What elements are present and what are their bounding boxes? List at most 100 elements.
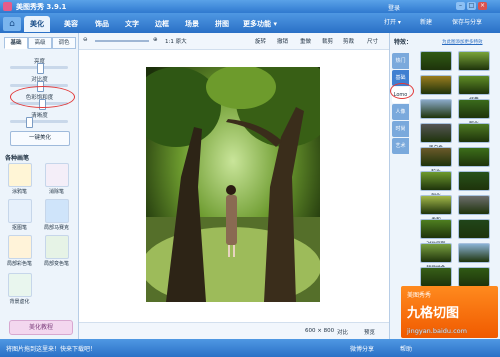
effect-preview bbox=[458, 75, 490, 95]
zoom-original-button[interactable]: 1:1 原大 bbox=[165, 37, 187, 45]
effect-preview bbox=[420, 219, 452, 239]
effect-preview bbox=[420, 123, 452, 143]
watermark: jingyan.baidu.com bbox=[407, 327, 467, 335]
slider-sharpness[interactable] bbox=[10, 117, 68, 128]
effect-cat-portrait[interactable]: 人像 bbox=[392, 104, 409, 120]
canvas-statusbar: 600 × 800 对比 预览 bbox=[79, 322, 389, 340]
preview-button[interactable]: 预览 bbox=[364, 328, 375, 336]
crop-button[interactable]: 剪裁 bbox=[343, 37, 354, 45]
effect-preview bbox=[420, 267, 452, 287]
rotate-button[interactable]: 旋转 bbox=[255, 37, 266, 45]
tab-text[interactable]: 文字 bbox=[119, 16, 145, 32]
window-title: 美图秀秀 3.9.1 bbox=[16, 3, 67, 11]
tab-scene[interactable]: 场景 bbox=[179, 16, 205, 32]
zoom-in-icon[interactable]: ⊕ bbox=[153, 37, 158, 43]
tool-cutout[interactable]: 抠图笔 bbox=[4, 199, 35, 231]
tab-face[interactable]: 美容 bbox=[58, 16, 84, 32]
minimize-button[interactable]: – bbox=[456, 2, 465, 10]
effect-preview bbox=[458, 219, 490, 239]
effect-preview bbox=[420, 147, 452, 167]
compare-button[interactable]: 对比 bbox=[337, 328, 348, 336]
tool-label: 局部马赛克 bbox=[43, 225, 69, 231]
undo-button[interactable]: 撤销 bbox=[277, 37, 288, 45]
effects-title: 特效： bbox=[394, 39, 413, 46]
local-color-brush-icon bbox=[7, 235, 32, 259]
tab-decor[interactable]: 饰品 bbox=[89, 16, 115, 32]
zoom-out-icon[interactable]: ⊖ bbox=[83, 37, 88, 43]
subtab-advanced[interactable]: 高级 bbox=[28, 37, 52, 49]
tab-frame[interactable]: 边框 bbox=[149, 16, 175, 32]
slider-label-sharpness: 清晰度 bbox=[31, 113, 48, 119]
more-effects-link[interactable]: 为此图添加更多特效 bbox=[442, 39, 483, 45]
effect-preview bbox=[458, 267, 490, 287]
tool-local-recolor[interactable]: 局部变色笔 bbox=[41, 235, 72, 267]
zoom-slider[interactable] bbox=[95, 40, 149, 42]
slider-brightness[interactable] bbox=[10, 63, 68, 74]
beauty-tutorial-button[interactable]: 美化教程 bbox=[9, 320, 73, 335]
login-link[interactable]: 登录 bbox=[388, 3, 400, 12]
home-icon[interactable]: ⌂ bbox=[3, 17, 21, 31]
tool-blur-bg[interactable]: 背景虚化 bbox=[4, 273, 35, 305]
status-text: 将图片拖到这里来！快来下载吧！ bbox=[6, 346, 97, 353]
adjust-panel: 基础 高级 调色 亮度 对比度 色彩饱和度 清晰度 一键美化 各种画笔 涂鸦笔 … bbox=[0, 33, 79, 339]
eraser-brush-icon bbox=[44, 163, 69, 187]
title-bar: 美图秀秀 3.9.1 登录 – □ × bbox=[0, 0, 500, 13]
effect-cat-fashion[interactable]: 时尚 bbox=[392, 121, 409, 137]
edited-photo[interactable] bbox=[146, 67, 320, 302]
tab-collage[interactable]: 拼图 bbox=[209, 16, 235, 32]
effect-preview bbox=[420, 195, 452, 215]
subtab-color[interactable]: 调色 bbox=[52, 37, 76, 49]
cutout-brush-icon bbox=[7, 199, 32, 223]
effect-preview bbox=[420, 171, 452, 191]
effects-panel: 特效： 为此图添加更多特效 热门 基础 Lomo 人像 时尚 艺术 经典暖化黑白… bbox=[389, 33, 500, 339]
tool-label: 消除笔 bbox=[48, 189, 64, 195]
main-nav: ⌂ 美化 美容 饰品 文字 边框 场景 拼图 更多功能 ▾ 打开 ▾ 新建 保存… bbox=[0, 13, 500, 33]
tool-local-color[interactable]: 局部彩色笔 bbox=[4, 235, 35, 267]
tool-graffiti[interactable]: 涂鸦笔 bbox=[4, 163, 35, 195]
effect-preview bbox=[458, 195, 490, 215]
new-button[interactable]: 新建 bbox=[420, 17, 432, 29]
tool-label: 背景虚化 bbox=[9, 299, 30, 305]
effect-preview bbox=[458, 99, 490, 119]
redo-button[interactable]: 重做 bbox=[300, 37, 311, 45]
adjust-subtabs: 基础 高级 调色 bbox=[4, 37, 76, 49]
resize-button[interactable]: 尺寸 bbox=[367, 37, 378, 45]
weibo-share-link[interactable]: 微博分享 bbox=[350, 344, 374, 353]
effect-preview bbox=[458, 147, 490, 167]
canvas-toolbar: ⊖ ⊕ 1:1 原大 旋转 撤销 重做 裁剪 剪裁 尺寸 bbox=[79, 33, 389, 50]
effect-preview bbox=[420, 243, 452, 263]
canvas-area: ⊖ ⊕ 1:1 原大 旋转 撤销 重做 裁剪 剪裁 尺寸 600 × 800 对… bbox=[79, 33, 389, 340]
tab-beautify[interactable]: 美化 bbox=[24, 16, 50, 32]
effect-preview bbox=[420, 99, 452, 119]
photo-scene bbox=[146, 67, 320, 302]
promo-line2: 九格切图 bbox=[407, 306, 460, 321]
open-button[interactable]: 打开 ▾ bbox=[384, 17, 401, 29]
one-click-beautify-button[interactable]: 一键美化 bbox=[10, 131, 70, 146]
save-share-button[interactable]: 保存与分享 bbox=[452, 17, 482, 29]
highlight-circle bbox=[390, 83, 414, 99]
effect-preview bbox=[458, 51, 490, 71]
tool-mosaic[interactable]: 局部马赛克 bbox=[41, 199, 72, 231]
brush-section-title: 各种画笔 bbox=[5, 155, 30, 162]
tool-label: 局部变色笔 bbox=[43, 261, 69, 267]
promo-line1: 美图秀秀 bbox=[407, 292, 432, 299]
slider-knob[interactable] bbox=[36, 63, 44, 74]
effect-preview bbox=[458, 171, 490, 191]
blur-background-icon bbox=[7, 273, 32, 297]
effect-preview bbox=[420, 75, 452, 95]
effect-cat-art[interactable]: 艺术 bbox=[392, 138, 409, 154]
slider-knob[interactable] bbox=[25, 117, 33, 128]
tool-label: 涂鸦笔 bbox=[11, 189, 27, 195]
highlight-circle bbox=[10, 86, 75, 108]
effect-cat-hot[interactable]: 热门 bbox=[392, 53, 409, 69]
effect-preview bbox=[420, 51, 452, 71]
tool-eraser[interactable]: 消除笔 bbox=[41, 163, 72, 195]
close-button[interactable]: × bbox=[478, 2, 487, 10]
tab-more[interactable]: 更多功能 ▾ bbox=[238, 16, 282, 32]
status-bar: 将图片拖到这里来！快来下载吧！ 微博分享 帮助 bbox=[0, 339, 500, 357]
maximize-button[interactable]: □ bbox=[467, 2, 476, 10]
subtab-basic[interactable]: 基础 bbox=[4, 37, 28, 49]
rotate-image-button[interactable]: 裁剪 bbox=[322, 37, 333, 45]
tool-label: 抠图笔 bbox=[11, 225, 27, 231]
help-link[interactable]: 帮助 bbox=[400, 344, 412, 353]
